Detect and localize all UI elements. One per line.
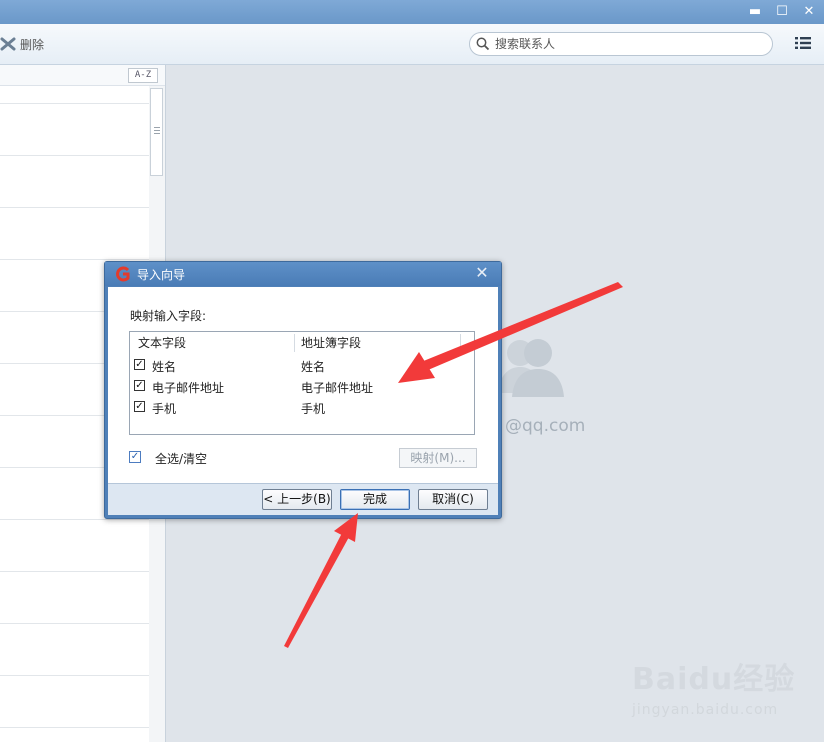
grip-icon xyxy=(154,127,160,134)
column-header-addressbook-field[interactable]: 地址簿字段 xyxy=(301,332,361,354)
search-box[interactable] xyxy=(469,32,773,56)
toolbar: 删除 xyxy=(0,24,824,65)
field-mapping-table: 文本字段 地址簿字段 ✓ 姓名 姓名 ✓ 电子邮件地址 电子邮件地址 ✓ 手机 … xyxy=(129,331,475,435)
source-field: 电子邮件地址 xyxy=(152,381,225,395)
list-item[interactable] xyxy=(0,156,149,208)
cancel-button[interactable]: 取消(C) xyxy=(418,489,488,510)
delete-icon xyxy=(0,37,16,51)
dialog-body: 映射输入字段: 文本字段 地址簿字段 ✓ 姓名 姓名 ✓ 电子邮件地址 电子邮件… xyxy=(108,287,498,483)
sort-az-button[interactable]: A-Z xyxy=(128,68,158,83)
dialog-footer: < 上一步(B) 完成 取消(C) xyxy=(108,483,498,515)
target-field: 姓名 xyxy=(301,360,326,374)
list-item[interactable] xyxy=(0,208,149,260)
arrow-to-finish-icon xyxy=(284,513,358,648)
target-field: 手机 xyxy=(301,402,326,416)
list-item[interactable] xyxy=(0,104,149,156)
delete-label: 删除 xyxy=(20,37,45,52)
column-header-text-field[interactable]: 文本字段 xyxy=(138,332,186,354)
delete-button[interactable]: 删除 xyxy=(0,34,44,54)
dialog-title: 导入向导 xyxy=(137,268,186,282)
minimize-button[interactable]: ▬ xyxy=(746,3,764,21)
back-button[interactable]: < 上一步(B) xyxy=(262,489,332,510)
finish-button[interactable]: 完成 xyxy=(340,489,410,510)
close-window-button[interactable]: ✕ xyxy=(800,3,818,21)
search-icon xyxy=(476,37,490,51)
select-all-check-icon: ✓ xyxy=(129,451,141,463)
source-field: 姓名 xyxy=(152,360,177,374)
mapping-label: 映射输入字段: xyxy=(130,309,207,323)
row-checkbox[interactable]: ✓ xyxy=(134,401,145,412)
select-all-label: 全选/清空 xyxy=(155,452,208,466)
contact-email-text: @qq.com xyxy=(505,416,586,436)
table-row[interactable]: ✓ 手机 手机 xyxy=(130,398,474,418)
scrollbar-thumb[interactable] xyxy=(150,88,163,176)
column-divider xyxy=(294,334,295,352)
contact-avatar-icon xyxy=(498,339,564,397)
search-input[interactable] xyxy=(493,36,757,52)
row-checkbox[interactable]: ✓ xyxy=(134,380,145,391)
watermark-main: Baidu经验 xyxy=(632,662,796,697)
maximize-button[interactable]: ☐ xyxy=(773,3,791,21)
contact-list-header: A-Z xyxy=(0,65,165,86)
column-divider xyxy=(460,334,461,352)
import-wizard-dialog: 导入向导 ✕ 映射输入字段: 文本字段 地址簿字段 ✓ 姓名 姓名 ✓ 电子邮件… xyxy=(104,261,502,519)
watermark: Baidu经验 jingyan.baidu.com xyxy=(632,654,795,718)
list-item[interactable] xyxy=(0,86,149,104)
window-titlebar: ▬ ☐ ✕ xyxy=(0,0,824,24)
app-logo-icon xyxy=(116,266,130,282)
map-button[interactable]: 映射(M)... xyxy=(399,448,477,468)
source-field: 手机 xyxy=(152,402,177,416)
table-row[interactable]: ✓ 电子邮件地址 电子邮件地址 xyxy=(130,377,474,397)
list-item[interactable] xyxy=(0,572,149,624)
dialog-titlebar: 导入向导 ✕ xyxy=(105,262,501,286)
list-item[interactable] xyxy=(0,624,149,676)
dialog-close-button[interactable]: ✕ xyxy=(473,264,491,282)
menu-icon[interactable] xyxy=(795,36,811,50)
watermark-sub: jingyan.baidu.com xyxy=(632,702,779,718)
row-checkbox[interactable]: ✓ xyxy=(134,359,145,370)
target-field: 电子邮件地址 xyxy=(301,381,374,395)
list-item[interactable] xyxy=(0,520,149,572)
list-item[interactable] xyxy=(0,676,149,728)
table-row[interactable]: ✓ 姓名 姓名 xyxy=(130,356,474,376)
